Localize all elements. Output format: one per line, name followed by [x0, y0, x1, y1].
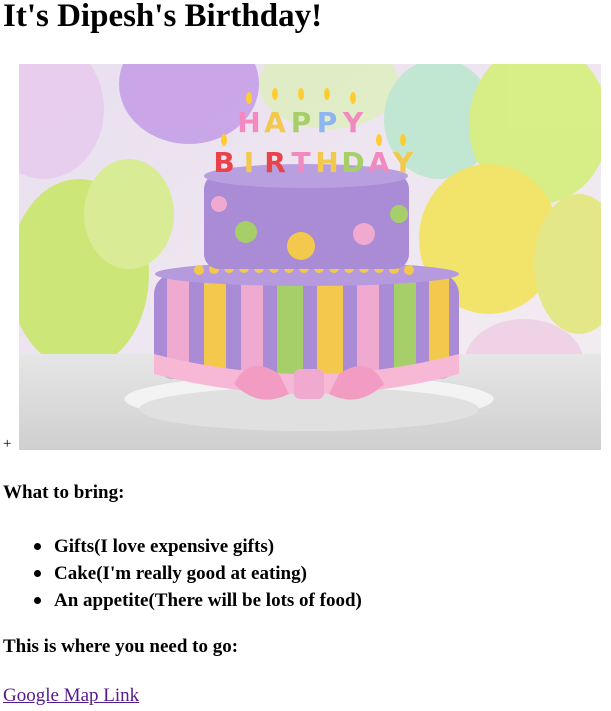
- candle-letter: D: [341, 146, 364, 179]
- location-heading: This is where you need to go:: [3, 636, 239, 657]
- candle-letter: B: [213, 146, 234, 179]
- bring-list: Gifts(I love expensive gifts) Cake(I'm r…: [34, 533, 362, 614]
- candle-letter: H: [315, 146, 338, 179]
- candle-letter: H: [237, 106, 260, 139]
- list-item: Cake(I'm really good at eating): [34, 560, 362, 587]
- page-title: It's Dipesh's Birthday!: [3, 0, 323, 34]
- bring-heading: What to bring:: [3, 482, 125, 503]
- birthday-cake-image: H A P P Y B I R T H D A Y: [19, 64, 601, 450]
- candle-letter: T: [291, 146, 310, 179]
- image-prefix-text: +: [3, 436, 12, 452]
- candle-letter: A: [368, 146, 390, 179]
- list-item: Gifts(I love expensive gifts): [34, 533, 362, 560]
- candle-letter: A: [264, 106, 286, 139]
- candle-letter: R: [264, 146, 286, 179]
- candle-letter: Y: [392, 146, 414, 179]
- list-item: An appetite(There will be lots of food): [34, 587, 362, 614]
- candle-letter: I: [244, 146, 254, 179]
- candle-letter: P: [317, 106, 338, 139]
- candle-letter: Y: [342, 106, 364, 139]
- google-map-link[interactable]: Google Map Link: [3, 685, 139, 707]
- candle-letter: P: [291, 106, 312, 139]
